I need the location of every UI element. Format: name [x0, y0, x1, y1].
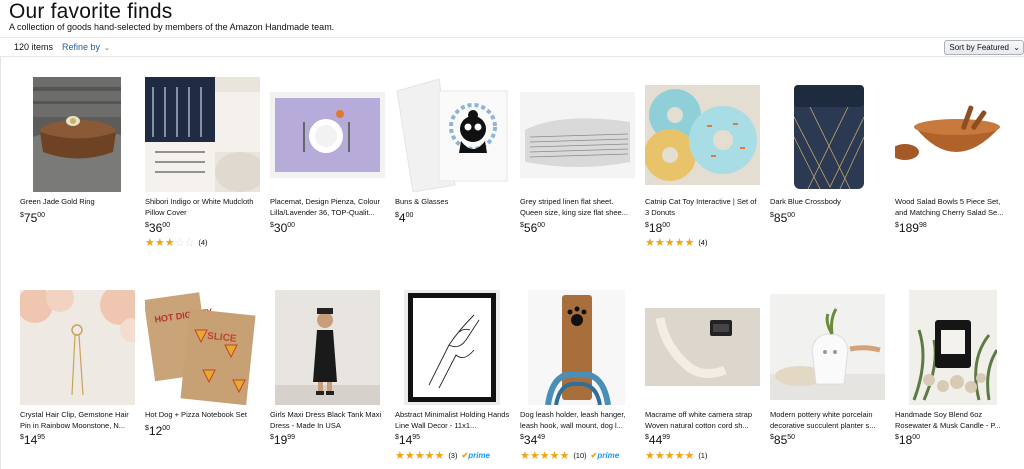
product-title[interactable]: Girls Maxi Dress Black Tank Maxi Dress -…: [270, 410, 386, 431]
star-rating-icon: ★★★☆☆: [145, 237, 195, 249]
product-image-placemat[interactable]: [270, 92, 385, 178]
product-image-notebook-set[interactable]: HOT DIGGITY SLICE: [145, 290, 260, 405]
product-price: $3449: [520, 433, 546, 447]
product-price: $1495: [20, 433, 46, 447]
product-image-camera-strap[interactable]: [645, 308, 760, 386]
product-price: $1999: [270, 433, 296, 447]
product-price: $3600: [145, 221, 171, 235]
refine-by-label: Refine by: [62, 42, 101, 52]
product-title[interactable]: Dark Blue Crossbody: [770, 197, 886, 208]
product-title[interactable]: Shibori Indigo or White Mudcloth Pillow …: [145, 197, 261, 218]
product-title[interactable]: Hot Dog + Pizza Notebook Set: [145, 410, 261, 421]
product-title[interactable]: Modern pottery white porcelain decorativ…: [770, 410, 886, 431]
refine-by-button[interactable]: Refine by ⌄: [62, 42, 110, 52]
review-count: (3): [448, 451, 458, 460]
product-price: $5600: [520, 221, 546, 235]
product-image-catnip-donuts[interactable]: [645, 85, 760, 185]
product-title[interactable]: Catnip Cat Toy Interactive | Set of 3 Do…: [645, 197, 761, 218]
review-count: (10): [573, 451, 587, 460]
star-rating-icon: ★★★★★: [395, 450, 445, 462]
product-price: $1800: [895, 433, 921, 447]
product-rating[interactable]: ★★★★★ (10) ✔prime: [520, 449, 619, 462]
product-image-crystal-hair-clip[interactable]: [20, 290, 135, 405]
product-price: $8550: [770, 433, 796, 447]
product-image-holding-hands-art[interactable]: [404, 290, 500, 405]
sort-value: Featured: [976, 43, 1009, 52]
product-price: $1800: [645, 221, 671, 235]
review-count: (4): [198, 238, 208, 247]
product-image-salad-bowls[interactable]: [895, 97, 1010, 173]
page-title: Our favorite finds: [9, 0, 173, 23]
item-count: 120 items: [14, 42, 54, 52]
sort-label: Sort by: [949, 43, 975, 52]
product-image-leash-holder[interactable]: [528, 290, 625, 405]
product-title[interactable]: Handmade Soy Blend 6oz Rosewater & Musk …: [895, 410, 1011, 431]
product-price: $8500: [770, 211, 796, 225]
divider: [0, 57, 1, 469]
product-title[interactable]: Wood Salad Bowls 5 Piece Set, and Matchi…: [895, 197, 1011, 218]
product-rating[interactable]: ★★★★★ (4): [645, 236, 707, 249]
star-rating-icon: ★★★★★: [645, 450, 695, 462]
star-rating-icon: ★★★★★: [520, 450, 570, 462]
product-title[interactable]: Crystal Hair Clip, Gemstone Hair Pin in …: [20, 410, 136, 431]
product-rating[interactable]: ★★★☆☆ (4): [145, 236, 208, 249]
product-title[interactable]: Macrame off white camera strap Woven nat…: [645, 410, 761, 431]
product-price: $3000: [270, 221, 296, 235]
results-toolbar: 120 items Refine by ⌄ Sort by Featured ⌄: [0, 37, 1024, 57]
review-count: (1): [698, 451, 708, 460]
product-price: $400: [395, 211, 414, 225]
product-image-buns-glasses-card[interactable]: [395, 77, 510, 192]
chevron-down-icon: ⌄: [104, 45, 110, 52]
product-image-soy-candle[interactable]: [909, 290, 997, 405]
product-image-girls-maxi-dress[interactable]: [275, 290, 380, 405]
prime-badge: ✔prime: [461, 451, 490, 460]
product-price: $7500: [20, 211, 46, 225]
product-title[interactable]: Green Jade Gold Ring: [20, 197, 136, 208]
product-title[interactable]: Placemat, Design Pienza, Colour Lilla/La…: [270, 197, 386, 218]
product-price: $4499: [645, 433, 671, 447]
star-rating-icon: ★★★★★: [645, 237, 695, 249]
product-title[interactable]: Dog leash holder, leash hanger, leash ho…: [520, 410, 636, 431]
prime-badge: ✔prime: [590, 451, 620, 460]
product-title[interactable]: Grey striped linen flat sheet. Queen siz…: [520, 197, 636, 218]
product-title[interactable]: Buns & Glasses: [395, 197, 511, 208]
product-rating[interactable]: ★★★★★ (3) ✔prime: [395, 449, 490, 462]
sort-dropdown[interactable]: Sort by Featured ⌄: [944, 40, 1024, 55]
product-price: $18998: [895, 221, 927, 235]
product-image-mudcloth-pillow[interactable]: [145, 77, 260, 192]
chevron-down-icon: ⌄: [1013, 43, 1020, 52]
product-image-crossbody-bag[interactable]: [790, 77, 867, 192]
product-rating[interactable]: ★★★★★ (1): [645, 449, 707, 462]
product-title[interactable]: Abstract Minimalist Holding Hands Line W…: [395, 410, 511, 431]
product-price: $1495: [395, 433, 421, 447]
product-image-green-jade-ring[interactable]: [33, 77, 121, 192]
product-image-linen-sheet[interactable]: [520, 92, 635, 178]
product-image-porcelain-planter[interactable]: [770, 294, 885, 400]
page-subtitle: A collection of goods hand-selected by m…: [9, 22, 335, 32]
review-count: (4): [698, 238, 708, 247]
product-price: $1200: [145, 424, 171, 438]
